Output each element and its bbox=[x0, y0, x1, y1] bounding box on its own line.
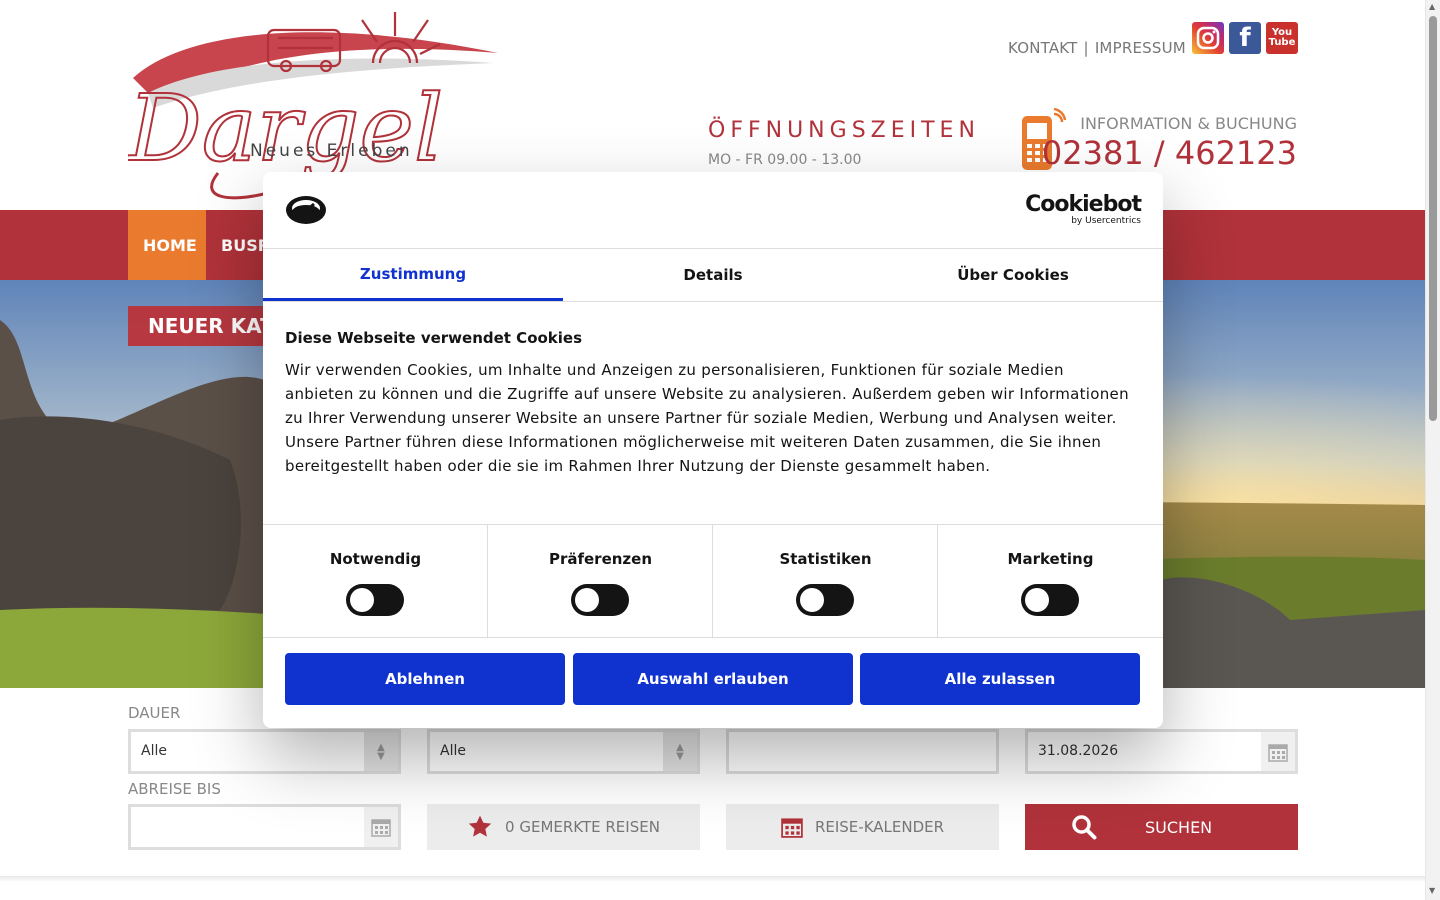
duration-value: Alle bbox=[141, 743, 167, 759]
svg-text:Dargel: Dargel bbox=[128, 75, 443, 182]
search-button[interactable]: SUCHEN bbox=[1025, 804, 1298, 850]
dialog-tabs: Zustimmung Details Über Cookies bbox=[263, 249, 1163, 302]
dialog-title: Diese Webseite verwendet Cookies bbox=[285, 329, 583, 347]
cookiebot-wordmark: Cookiebot bbox=[1025, 192, 1142, 217]
switch-knob bbox=[800, 588, 824, 612]
youtube-word-2: Tube bbox=[1268, 37, 1296, 48]
marketing-switch[interactable] bbox=[1021, 584, 1079, 616]
imprint-link[interactable]: IMPRESSUM bbox=[1095, 39, 1186, 57]
calendar-icon[interactable] bbox=[364, 807, 398, 847]
link-separator: | bbox=[1083, 39, 1089, 57]
statistics-switch[interactable] bbox=[796, 584, 854, 616]
travel-calendar-label: REISE-KALENDER bbox=[814, 818, 945, 836]
cookiebot-logo[interactable]: Cookiebot by Usercentrics bbox=[1025, 192, 1142, 227]
scroll-down-icon[interactable]: ▼ bbox=[1429, 886, 1435, 895]
cookiebot-subline: by Usercentrics bbox=[1071, 216, 1141, 226]
dialog-header: Cookiebot by Usercentrics bbox=[263, 172, 1163, 249]
scroll-up-icon[interactable]: ▲ bbox=[1429, 2, 1435, 11]
instagram-glyph bbox=[1196, 26, 1220, 50]
dialog-body-text: Wir verwenden Cookies, um Inhalte und An… bbox=[285, 361, 1129, 475]
search-text-input[interactable] bbox=[726, 729, 999, 774]
toggle-label: Marketing bbox=[1007, 550, 1094, 568]
nav-item-home[interactable]: HOME bbox=[128, 210, 206, 280]
departure-date-value: 31.08.2026 bbox=[1038, 743, 1119, 759]
necessary-switch[interactable] bbox=[346, 584, 404, 616]
opening-hours-title: ÖFFNUNGSZEITEN bbox=[708, 118, 980, 143]
logo-wordmark: Dargel Neues Erleben bbox=[128, 74, 444, 183]
page: Dargel Neues Erleben KONTAKT | IMPRESSUM f… bbox=[0, 0, 1440, 900]
scrollbar-thumb[interactable] bbox=[1429, 16, 1437, 421]
info-booking-label: INFORMATION & BUCHUNG bbox=[1080, 114, 1297, 133]
youtube-icon[interactable]: You Tube bbox=[1266, 22, 1298, 54]
toggle-necessary: Notwendig bbox=[263, 525, 488, 638]
top-links: KONTAKT | IMPRESSUM bbox=[1008, 39, 1186, 57]
allow-all-button[interactable]: Alle zulassen bbox=[860, 653, 1140, 705]
select-arrows-icon: ▲ ▼ bbox=[663, 732, 697, 771]
preferences-switch[interactable] bbox=[571, 584, 629, 616]
allow-selection-button[interactable]: Auswahl erlauben bbox=[573, 653, 853, 705]
instagram-icon[interactable] bbox=[1192, 22, 1224, 54]
cookiebot-badge-icon bbox=[286, 196, 326, 224]
tab-about-cookies[interactable]: Über Cookies bbox=[863, 249, 1163, 301]
consent-toggles: Notwendig Präferenzen Statistiken Market… bbox=[263, 524, 1163, 638]
saved-trips-button[interactable]: 0 GEMERKTE REISEN bbox=[427, 804, 700, 850]
select-arrows-icon: ▲ ▼ bbox=[364, 732, 398, 771]
departure-date-input[interactable]: 31.08.2026 bbox=[1025, 729, 1298, 774]
search-label: SUCHEN bbox=[1145, 817, 1213, 837]
deny-button[interactable]: Ablehnen bbox=[285, 653, 565, 705]
svg-text:Neues Erleben: Neues Erleben bbox=[250, 141, 413, 161]
tab-details[interactable]: Details bbox=[563, 249, 863, 301]
tab-consent[interactable]: Zustimmung bbox=[263, 249, 563, 301]
duration-select[interactable]: Alle ▲ ▼ bbox=[128, 729, 401, 774]
toggle-label: Präferenzen bbox=[548, 550, 653, 568]
toggle-label: Statistiken bbox=[779, 550, 872, 568]
cookie-consent-dialog: Cookiebot by Usercentrics Zustimmung Det… bbox=[263, 172, 1163, 728]
facebook-glyph: f bbox=[1239, 23, 1251, 53]
section-divider bbox=[0, 876, 1425, 882]
toggle-statistics: Statistiken bbox=[713, 525, 938, 638]
return-date-label: ABREISE BIS bbox=[128, 780, 221, 798]
scrollbar[interactable]: ▲ ▼ bbox=[1425, 0, 1440, 900]
contact-link[interactable]: KONTAKT bbox=[1008, 39, 1078, 57]
switch-knob bbox=[575, 588, 599, 612]
opening-hours-text: MO - FR 09.00 - 13.00 bbox=[708, 152, 862, 168]
toggle-preferences: Präferenzen bbox=[488, 525, 713, 638]
search-icon bbox=[1072, 815, 1097, 840]
calendar-icon[interactable] bbox=[1261, 732, 1295, 771]
toggle-label: Notwendig bbox=[329, 550, 422, 568]
duration-label: DAUER bbox=[128, 704, 181, 722]
booking-phone-number[interactable]: 02381 / 462123 bbox=[1042, 134, 1297, 172]
star-icon bbox=[468, 815, 492, 837]
category-select[interactable]: Alle ▲ ▼ bbox=[427, 729, 700, 774]
return-date-input[interactable] bbox=[128, 804, 401, 850]
calendar-icon bbox=[781, 818, 803, 838]
toggle-marketing: Marketing bbox=[938, 525, 1163, 638]
switch-knob bbox=[350, 588, 374, 612]
saved-trips-label: 0 GEMERKTE REISEN bbox=[505, 818, 660, 836]
category-value: Alle bbox=[440, 743, 466, 759]
travel-calendar-button[interactable]: REISE-KALENDER bbox=[726, 804, 999, 850]
switch-knob bbox=[1025, 588, 1049, 612]
facebook-icon[interactable]: f bbox=[1229, 22, 1261, 54]
